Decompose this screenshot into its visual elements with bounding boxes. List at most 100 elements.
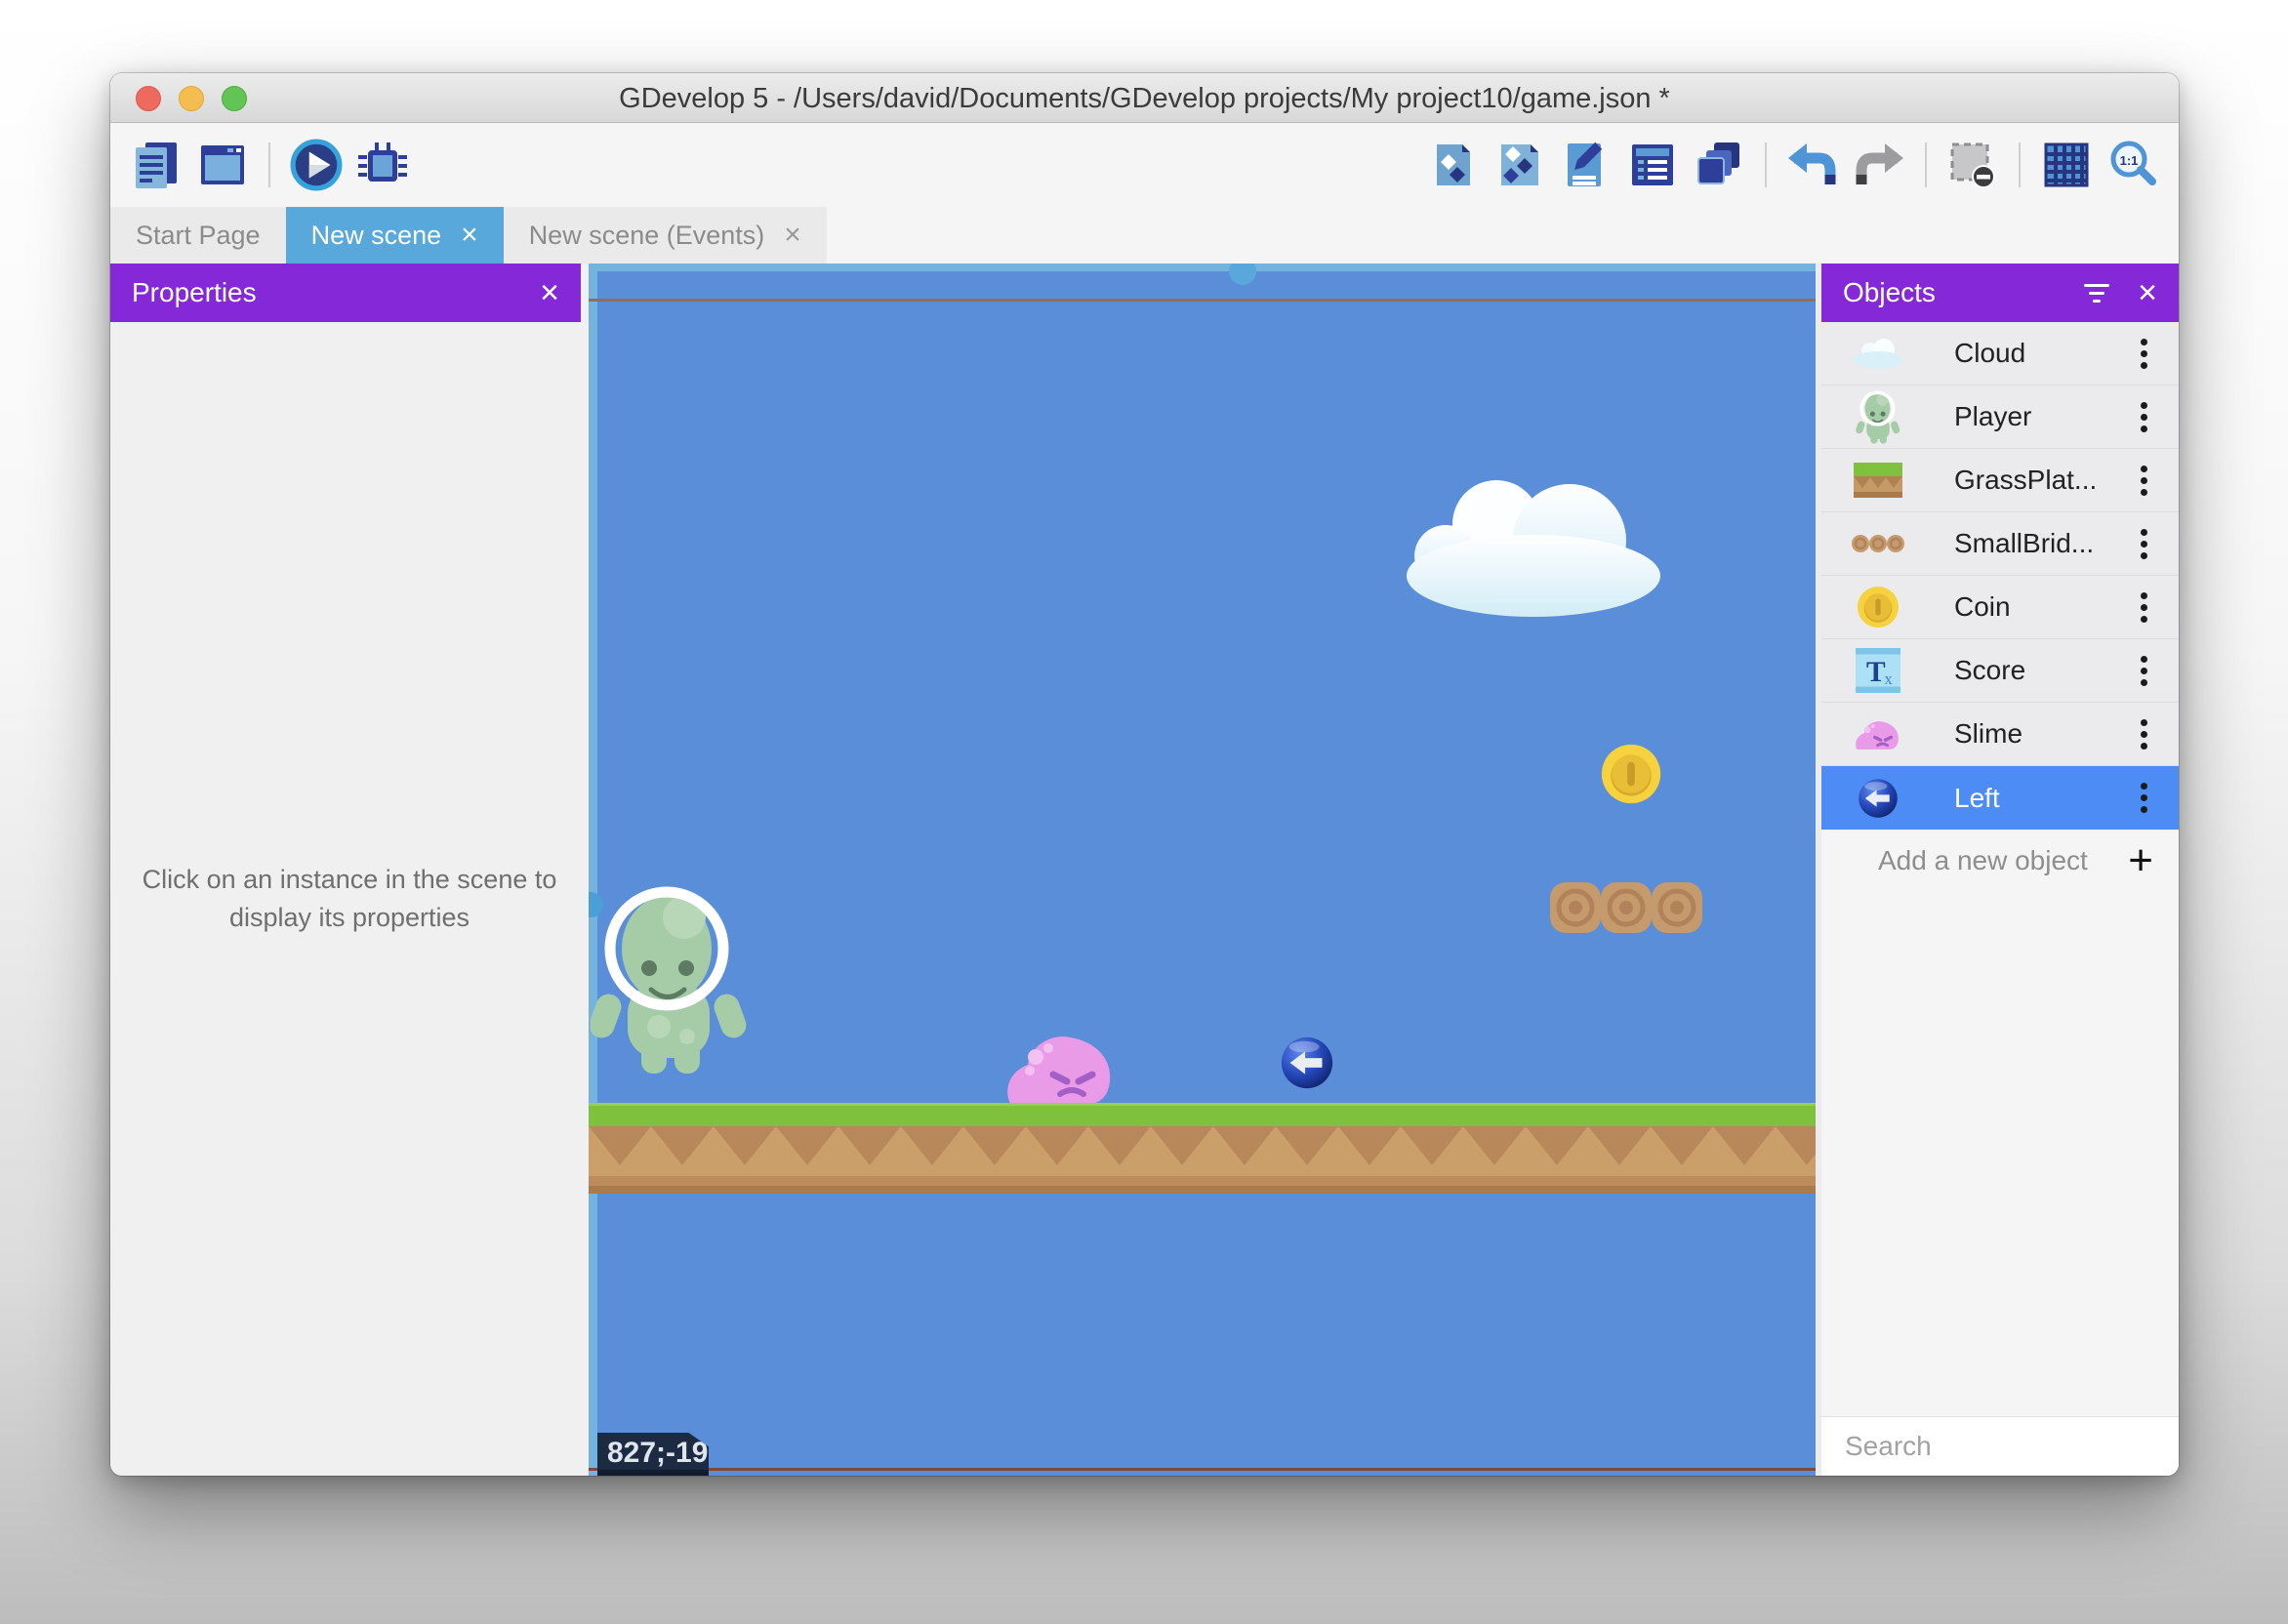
slime-thumbnail-icon	[1851, 717, 1905, 751]
selection-border-left	[589, 264, 597, 1476]
objects-title: Objects	[1843, 277, 1936, 308]
tab-label: Start Page	[136, 221, 261, 251]
scene-instance-left-button[interactable]	[1279, 1035, 1335, 1091]
objects-search-box	[1821, 1416, 2179, 1476]
object-row-left[interactable]: Left	[1821, 766, 2179, 830]
properties-title: Properties	[132, 277, 257, 308]
tab-new-scene-events[interactable]: New scene (Events) ×	[504, 207, 827, 264]
scene-instance-coin[interactable]	[1599, 742, 1663, 806]
scene-dirt-texture	[589, 1126, 1816, 1194]
small-bridge-thumbnail-icon	[1851, 533, 1905, 554]
object-row-score[interactable]: T x Score	[1821, 639, 2179, 703]
more-options-icon[interactable]	[2135, 396, 2153, 438]
more-options-icon[interactable]	[2135, 333, 2153, 375]
add-new-object-button[interactable]: Add a new object +	[1821, 830, 2179, 892]
object-name: Player	[1954, 401, 2135, 432]
object-groups-icon[interactable]	[1491, 136, 1548, 194]
close-icon[interactable]: ×	[540, 276, 559, 309]
objects-empty-space	[1821, 892, 2179, 1416]
object-name: Left	[1954, 783, 2135, 814]
close-icon[interactable]: ×	[2138, 276, 2157, 309]
scene-grass-platform[interactable]	[589, 1103, 1816, 1129]
play-icon[interactable]	[288, 136, 345, 194]
svg-text:T: T	[1866, 657, 1886, 688]
tab-bar: Start Page New scene × New scene (Events…	[110, 207, 2179, 264]
object-name: GrassPlat...	[1954, 465, 2135, 496]
undo-icon[interactable]	[1784, 136, 1841, 194]
left-button-thumbnail-icon	[1851, 777, 1905, 820]
toolbar-right-group: 1:1	[1425, 136, 2161, 194]
more-options-icon[interactable]	[2135, 713, 2153, 755]
object-row-smallbridge[interactable]: SmallBrid...	[1821, 512, 2179, 576]
toolbar-separator	[1765, 142, 1767, 187]
object-name: Coin	[1954, 591, 2135, 623]
object-row-slime[interactable]: Slime	[1821, 703, 2179, 766]
object-name: Slime	[1954, 718, 2135, 750]
search-input[interactable]	[1843, 1430, 2179, 1463]
mask-icon[interactable]	[1944, 136, 2001, 194]
properties-body: Click on an instance in the scene to dis…	[110, 322, 589, 1476]
toolbar-left-group	[128, 136, 411, 194]
edit-scene-properties-icon[interactable]	[1558, 136, 1614, 194]
redo-icon[interactable]	[1851, 136, 1907, 194]
close-icon[interactable]: ×	[461, 221, 478, 250]
toolbar: 1:1	[110, 123, 2179, 207]
selection-handle-top[interactable]	[1229, 264, 1256, 285]
tab-new-scene[interactable]: New scene ×	[286, 207, 504, 264]
svg-text:x: x	[1884, 670, 1893, 688]
player-thumbnail-icon	[1851, 389, 1905, 444]
coin-thumbnail-icon	[1851, 585, 1905, 629]
scene-instance-smallbridge[interactable]	[1549, 880, 1703, 935]
object-name: Score	[1954, 655, 2135, 686]
more-options-icon[interactable]	[2135, 460, 2153, 502]
more-options-icon[interactable]	[2135, 650, 2153, 692]
object-row-player[interactable]: Player	[1821, 386, 2179, 449]
grass-platform-thumbnail-icon	[1851, 463, 1905, 498]
gdevelop-window: GDevelop 5 - /Users/david/Documents/GDev…	[110, 73, 2179, 1476]
object-row-grassplatform[interactable]: GrassPlat...	[1821, 449, 2179, 512]
scene-instance-cloud[interactable]	[1399, 470, 1664, 617]
toolbar-separator	[1925, 142, 1927, 187]
grid-icon[interactable]	[2038, 136, 2095, 194]
cloud-thumbnail-icon	[1851, 337, 1905, 370]
export-object-icon[interactable]	[1425, 136, 1482, 194]
objects-header: Objects ×	[1821, 264, 2179, 322]
more-options-icon[interactable]	[2135, 777, 2153, 819]
debug-icon[interactable]	[354, 136, 411, 194]
text-object-thumbnail-icon: T x	[1851, 648, 1905, 693]
toolbar-separator	[268, 142, 270, 187]
layers-icon[interactable]	[1691, 136, 1747, 194]
project-manager-icon[interactable]	[128, 136, 184, 194]
scene-instance-player[interactable]	[591, 880, 747, 1076]
object-name: SmallBrid...	[1954, 528, 2135, 559]
properties-header: Properties ×	[110, 264, 581, 322]
tab-label: New scene	[311, 221, 442, 251]
scene-canvas[interactable]: 827;-19	[589, 264, 1816, 1476]
properties-panel: Properties × Click on an instance in the…	[110, 264, 589, 1476]
selection-border-top	[589, 264, 1816, 271]
svg-text:1:1: 1:1	[2120, 153, 2139, 168]
close-icon[interactable]: ×	[784, 221, 801, 250]
properties-empty-message: Click on an instance in the scene to dis…	[140, 861, 559, 937]
game-window-border-top	[589, 299, 1816, 302]
tab-start-page[interactable]: Start Page	[110, 207, 286, 264]
object-row-cloud[interactable]: Cloud	[1821, 322, 2179, 386]
objects-panel: Objects × Cloud	[1821, 264, 2179, 1476]
object-row-coin[interactable]: Coin	[1821, 576, 2179, 639]
filter-icon[interactable]	[2083, 284, 2110, 303]
titlebar[interactable]: GDevelop 5 - /Users/david/Documents/GDev…	[110, 73, 2179, 123]
zoom-1-1-icon[interactable]: 1:1	[2104, 136, 2161, 194]
instances-list-icon[interactable]	[1624, 136, 1681, 194]
window-title: GDevelop 5 - /Users/david/Documents/GDev…	[110, 73, 2179, 122]
toolbar-separator	[2019, 142, 2021, 187]
add-new-object-label: Add a new object	[1878, 845, 2128, 876]
tab-label: New scene (Events)	[529, 221, 765, 251]
object-name: Cloud	[1954, 338, 2135, 369]
more-options-icon[interactable]	[2135, 587, 2153, 629]
scene-window-icon[interactable]	[194, 136, 251, 194]
more-options-icon[interactable]	[2135, 523, 2153, 565]
add-icon[interactable]: +	[2128, 839, 2153, 882]
cursor-coordinates-badge: 827;-19	[597, 1433, 709, 1476]
game-window-border-bottom	[589, 1468, 1816, 1471]
scene-instance-slime[interactable]	[1002, 1028, 1120, 1106]
